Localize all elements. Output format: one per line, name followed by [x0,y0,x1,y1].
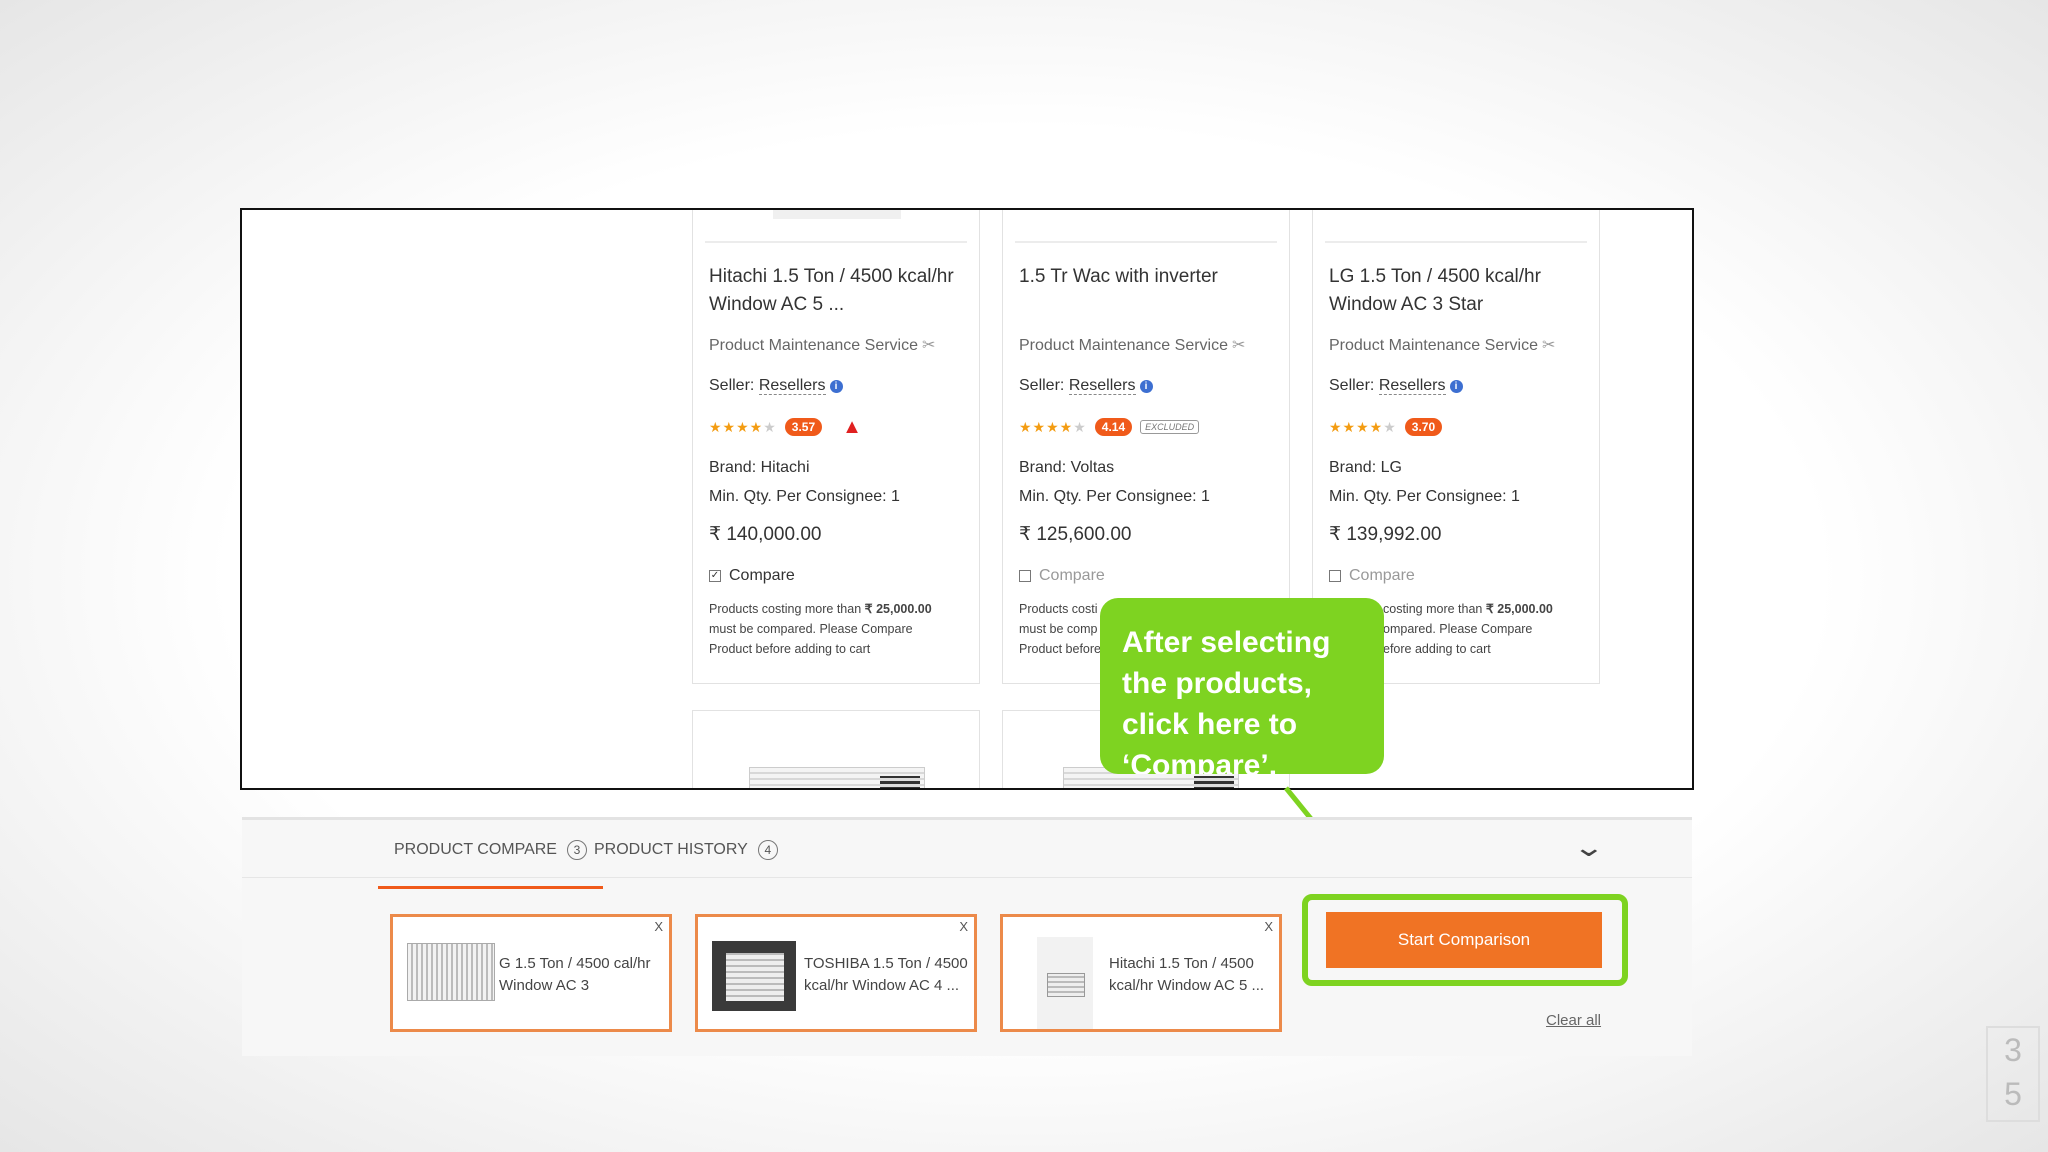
compare-note: Products costing more than ₹ 25,000.00 m… [709,602,932,656]
tab-count: 4 [757,840,778,860]
tools-icon: ✂ [1542,337,1556,354]
clear-all-link[interactable]: Clear all [1546,1012,1601,1029]
compare-item-hitachi[interactable]: X Hitachi 1.5 Ton / 4500 kcal/hr Window … [1000,914,1282,1032]
info-icon[interactable]: i [1449,380,1463,393]
min-qty-text: Min. Qty. Per Consignee: 1 [709,488,900,505]
ac-product-image [749,767,925,788]
seller-row: Seller: Resellers i [709,377,843,395]
excluded-badge-icon: EXCLUDED [1140,420,1200,434]
compare-panel: PRODUCT COMPARE 3 PRODUCT HISTORY 4 ⌄ X G … [242,820,1692,1056]
tools-icon: ✂ [1232,337,1246,354]
compare-item-name: Hitachi 1.5 Ton / 4500 kcal/hr Window AC… [1109,955,1265,994]
slide-number: 3 5 [1986,1026,2040,1122]
compare-item-lg[interactable]: X G 1.5 Ton / 4500 cal/hr Window AC 3 [390,914,672,1032]
star-rating: ★★★★★ [1329,418,1397,435]
maintenance-service: Product Maintenance Service ✂ [709,337,936,354]
min-qty-text: Min. Qty. Per Consignee: 1 [1019,488,1210,505]
brand-text: Brand: Hitachi [709,459,810,476]
info-icon[interactable]: i [829,380,843,393]
close-icon[interactable]: X [1264,919,1273,934]
tools-icon: ✂ [922,337,936,354]
brand-text: Brand: LG [1329,459,1402,476]
compare-tabs: PRODUCT COMPARE 3 PRODUCT HISTORY 4 ⌄ [242,820,1692,889]
checkbox-unchecked-icon[interactable] [1019,570,1031,582]
checkbox-checked-icon[interactable]: ✓ [709,570,721,582]
product-title[interactable]: 1.5 Tr Wac with inverter [1019,263,1279,291]
close-icon[interactable]: X [654,919,663,934]
seller-link[interactable]: Resellers [1068,377,1136,395]
brand-text: Brand: Voltas [1019,459,1115,476]
product-thumbnail [1017,937,1101,1029]
compare-item-name: G 1.5 Ton / 4500 cal/hr Window AC 3 [499,955,651,994]
rating-row: ★★★★★ 3.70 [1329,415,1443,439]
compare-checkbox[interactable]: Compare [1019,567,1105,585]
start-comparison-button[interactable]: Start Comparison [1326,912,1602,968]
seller-link[interactable]: Resellers [758,377,826,395]
product-card-hitachi: Hitachi 1.5 Ton / 4500 kcal/hr Window AC… [692,210,980,684]
warning-icon[interactable]: ▲ [842,416,862,439]
rating-badge: 4.14 [1094,418,1133,436]
price-text: ₹ 139,992.00 [1329,524,1442,545]
info-icon[interactable]: i [1139,380,1153,393]
min-qty-text: Min. Qty. Per Consignee: 1 [1329,488,1520,505]
compare-item-toshiba[interactable]: X TOSHIBA 1.5 Ton / 4500 kcal/hr Window … [695,914,977,1032]
maintenance-service: Product Maintenance Service ✂ [1019,337,1246,354]
product-title[interactable]: Hitachi 1.5 Ton / 4500 kcal/hr Window AC… [709,263,969,319]
product-listing-screenshot: Hitachi 1.5 Ton / 4500 kcal/hr Window AC… [240,208,1694,790]
rating-badge: 3.70 [1404,418,1443,436]
compare-checkbox[interactable]: ✓ Compare [709,567,795,585]
product-image-stub [773,210,901,219]
seller-link[interactable]: Resellers [1378,377,1446,395]
product-card-partial [692,710,980,788]
instruction-callout: After selecting the products, click here… [1100,598,1384,774]
tab-product-compare[interactable]: PRODUCT COMPARE 3 [378,840,603,889]
price-text: ₹ 125,600.00 [1019,524,1132,545]
star-rating: ★★★★★ [709,418,777,435]
compare-note: costing more than ₹ 25,000.00 ompared. Pl… [1383,602,1553,656]
star-rating: ★★★★★ [1019,418,1087,435]
close-icon[interactable]: X [959,919,968,934]
product-title[interactable]: LG 1.5 Ton / 4500 kcal/hr Window AC 3 St… [1329,263,1589,319]
chevron-down-icon[interactable]: ⌄ [1573,832,1606,863]
tab-product-history[interactable]: PRODUCT HISTORY 4 [594,840,778,860]
rating-badge: 3.57 [784,418,823,436]
checkbox-unchecked-icon[interactable] [1329,570,1341,582]
start-comparison-highlight: Start Comparison [1302,894,1628,986]
compare-checkbox[interactable]: Compare [1329,567,1415,585]
price-text: ₹ 140,000.00 [709,524,822,545]
rating-row: ★★★★★ 3.57 ▲ [709,415,862,439]
rating-row: ★★★★★ 4.14 EXCLUDED [1019,415,1200,439]
tab-count: 3 [566,840,587,860]
seller-row: Seller: Resellers i [1019,377,1153,395]
product-thumbnail [407,937,495,1009]
seller-row: Seller: Resellers i [1329,377,1463,395]
maintenance-service: Product Maintenance Service ✂ [1329,337,1556,354]
compare-item-name: TOSHIBA 1.5 Ton / 4500 kcal/hr Window AC… [804,955,968,994]
product-thumbnail [712,937,796,1011]
